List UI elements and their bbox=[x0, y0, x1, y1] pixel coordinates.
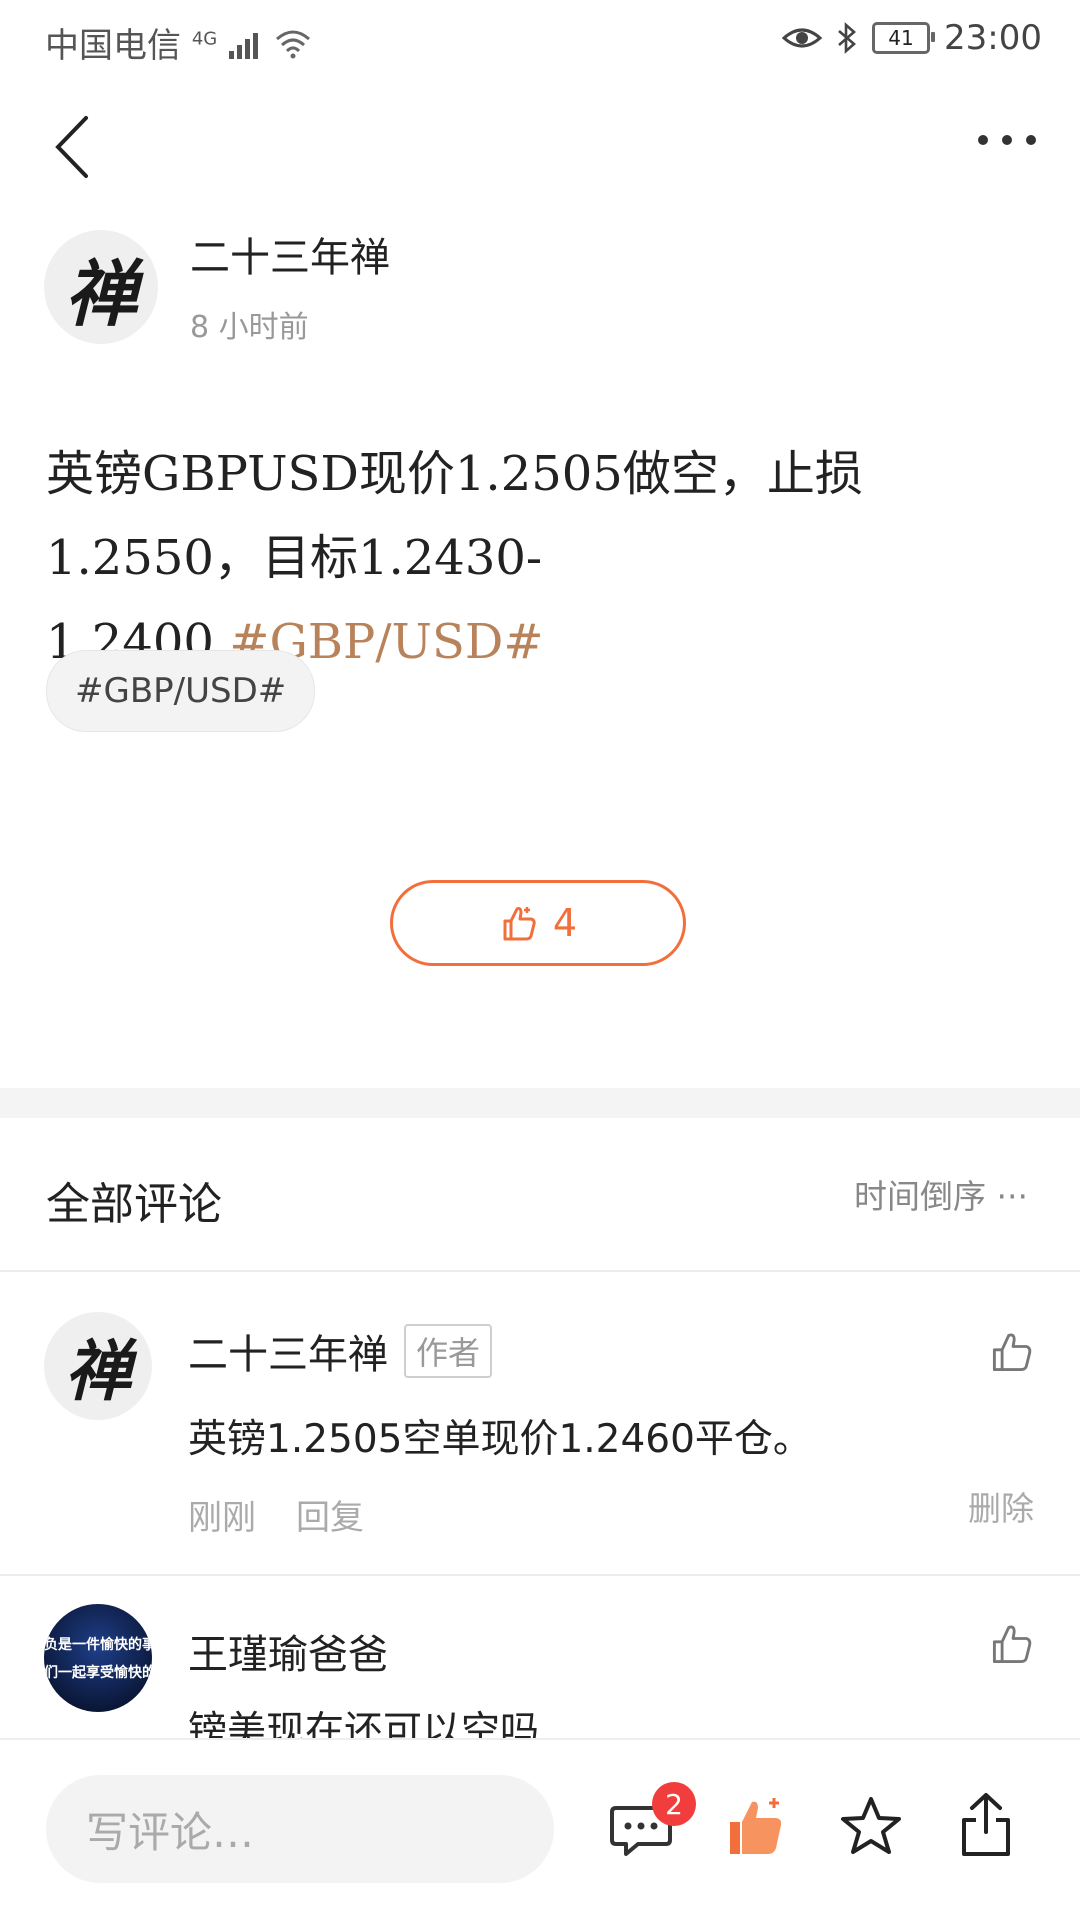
dot bbox=[1002, 135, 1012, 145]
status-bar: 中国电信 4G 41 23:00 bbox=[0, 0, 1080, 75]
back-button[interactable] bbox=[50, 112, 94, 182]
chevron-left-icon bbox=[55, 116, 88, 178]
comment-avatar[interactable]: 负是一件愉快的事 们一起享受愉快的 bbox=[44, 1604, 152, 1712]
bluetooth-icon bbox=[838, 22, 856, 54]
carrier-label: 中国电信 bbox=[45, 26, 181, 66]
reply-button[interactable]: 回复 bbox=[296, 1490, 364, 1539]
share-button[interactable] bbox=[956, 1790, 1026, 1860]
comment-author[interactable]: 王瑾瑜爸爸 bbox=[188, 1622, 388, 1680]
comments-title: 全部评论 bbox=[46, 1179, 222, 1230]
thumbs-up-filled-icon bbox=[730, 1798, 782, 1854]
signal-icon bbox=[229, 33, 259, 59]
comment-text: 英镑1.2505空单现价1.2460平仓。 bbox=[188, 1417, 812, 1462]
avatar-glyph: 禅 bbox=[65, 1332, 131, 1410]
status-left: 中国电信 4G bbox=[45, 18, 313, 67]
like-count: 4 bbox=[552, 901, 578, 945]
dot bbox=[978, 135, 988, 145]
sort-dropdown[interactable]: 时间倒序 ··· bbox=[854, 1170, 1028, 1218]
comment-input[interactable]: 写评论… bbox=[46, 1775, 554, 1883]
comment-like-icon[interactable] bbox=[990, 1330, 1034, 1374]
wifi-icon bbox=[275, 30, 310, 59]
comment-count-badge: 2 bbox=[652, 1782, 696, 1826]
comment-author[interactable]: 二十三年禅 bbox=[188, 1322, 388, 1380]
post-content: 英镑GBPUSD现价1.2505做空，止损1.2550，目标1.2430-1.2… bbox=[46, 432, 1036, 684]
share-icon bbox=[962, 1793, 1010, 1856]
thumbs-up-icon bbox=[503, 907, 536, 941]
section-divider bbox=[0, 1088, 1080, 1118]
dot bbox=[1026, 135, 1036, 145]
divider bbox=[0, 1270, 1080, 1272]
sort-label: 时间倒序 bbox=[854, 1177, 987, 1216]
battery-icon: 41 bbox=[872, 22, 936, 54]
author-avatar[interactable]: 禅 bbox=[44, 230, 158, 344]
divider bbox=[0, 1574, 1080, 1576]
clock: 23:00 bbox=[944, 18, 1042, 58]
comment-time: 刚刚 bbox=[188, 1498, 256, 1538]
more-options-button[interactable] bbox=[978, 135, 1036, 145]
avatar-glyph: 禅 bbox=[64, 250, 137, 336]
eye-icon bbox=[782, 28, 823, 48]
like-post-button[interactable] bbox=[724, 1794, 794, 1864]
network-label: 4G bbox=[191, 28, 218, 50]
battery-level: 41 bbox=[888, 26, 914, 50]
avatar-banner-top: 负是一件愉快的事 bbox=[44, 1637, 152, 1653]
status-right: 41 23:00 bbox=[782, 18, 1042, 58]
post-time: 8 小时前 bbox=[190, 310, 309, 345]
topic-chip[interactable]: #GBP/USD# bbox=[46, 650, 316, 732]
author-badge: 作者 bbox=[404, 1324, 493, 1378]
comment-avatar[interactable]: 禅 bbox=[44, 1312, 152, 1420]
avatar-banner-bottom: 们一起享受愉快的 bbox=[44, 1665, 152, 1681]
delete-button[interactable]: 删除 bbox=[968, 1482, 1034, 1530]
author-name[interactable]: 二十三年禅 bbox=[190, 225, 390, 283]
favorite-button[interactable] bbox=[838, 1794, 908, 1864]
star-icon bbox=[841, 1797, 901, 1854]
comment-header: 二十三年禅 作者 bbox=[188, 1322, 493, 1380]
comment-like-icon[interactable] bbox=[990, 1622, 1034, 1666]
like-button[interactable]: 4 bbox=[390, 880, 686, 966]
ellipsis-icon: ··· bbox=[996, 1177, 1028, 1216]
